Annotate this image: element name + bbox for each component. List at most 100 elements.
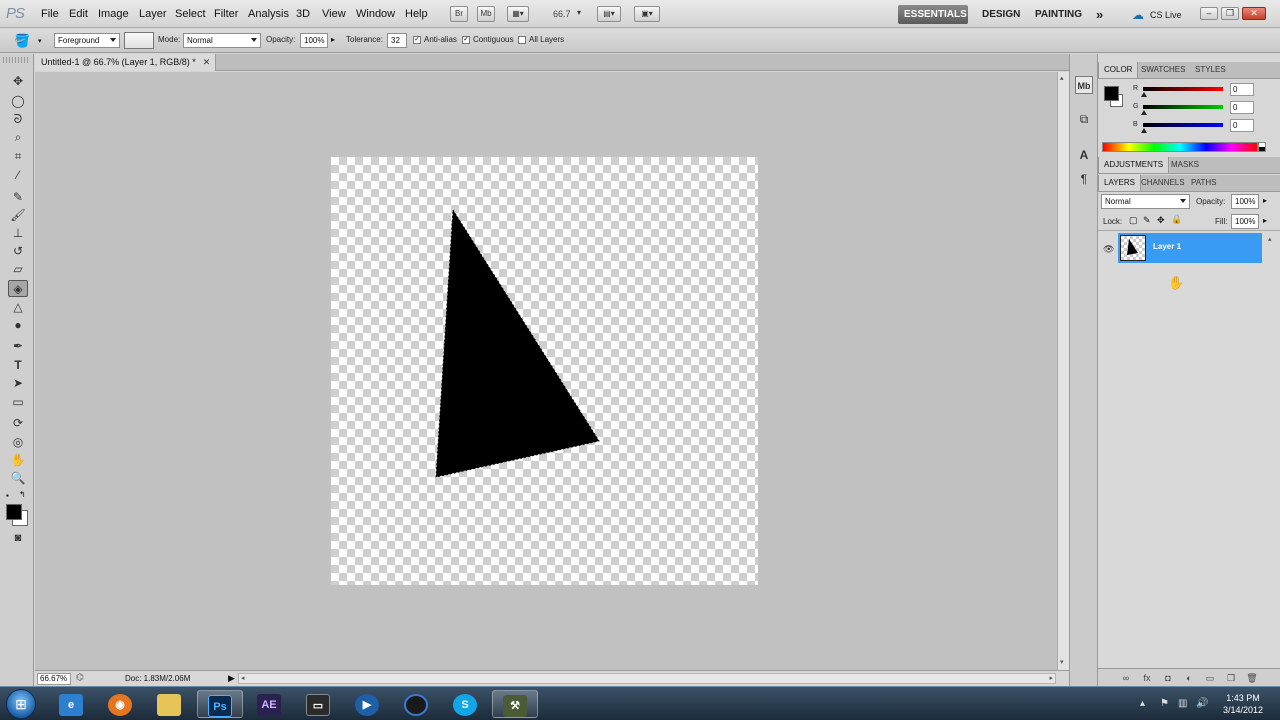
3d-orbit-tool-icon[interactable]: ◎ [8, 434, 28, 451]
fill-field[interactable]: 100% [1231, 214, 1259, 229]
link-layers-icon[interactable]: ∞ [1120, 672, 1132, 684]
chevron-down-icon[interactable]: ▾ [38, 37, 42, 45]
menu-view[interactable]: View [322, 8, 346, 20]
layer-name[interactable]: Layer 1 [1153, 242, 1181, 251]
clone-stamp-tool-icon[interactable]: ⊥ [8, 225, 28, 242]
mini-bridge-button[interactable]: Mb [477, 6, 495, 22]
taskbar-after-effects[interactable]: AE [246, 690, 292, 718]
marquee-tool-icon[interactable]: ◯ [8, 93, 28, 110]
lock-transparency-icon[interactable]: ▢ [1129, 215, 1138, 226]
tab-paths[interactable]: PATHS [1186, 175, 1221, 191]
eyedropper-tool-icon[interactable]: ⁄ [8, 167, 28, 184]
tab-swatches[interactable]: SWATCHES [1136, 62, 1190, 78]
taskbar-skype[interactable]: S [442, 690, 488, 718]
tab-masks[interactable]: MASKS [1166, 157, 1204, 173]
workspace-design[interactable]: DESIGN [976, 5, 1026, 24]
color-spectrum-ramp[interactable] [1102, 142, 1258, 152]
swap-colors-icon[interactable]: ↰ [19, 490, 26, 499]
taskbar-explorer[interactable] [146, 690, 192, 718]
layer-row[interactable]: Layer 1 [1118, 233, 1262, 263]
black-white-ramp[interactable] [1258, 142, 1266, 152]
menu-select[interactable]: Select [175, 8, 206, 20]
lasso-tool-icon[interactable]: ᘐ [8, 111, 28, 128]
view-extras-icon[interactable]: ▦▾ [507, 6, 529, 22]
color-panel-foreground-swatch[interactable] [1104, 86, 1119, 101]
menu-3d[interactable]: 3D [296, 8, 310, 20]
menu-edit[interactable]: Edit [69, 8, 88, 20]
delete-layer-icon[interactable]: 🗑 [1246, 672, 1258, 684]
workspace-essentials[interactable]: ESSENTIALS [898, 5, 968, 24]
scroll-left-icon[interactable]: ◂ [241, 674, 245, 682]
adjustment-layer-icon[interactable]: ◐ [1183, 672, 1195, 684]
arrange-documents-icon[interactable]: ▤▾ [597, 6, 621, 22]
close-icon[interactable]: ✕ [202, 58, 211, 67]
network-icon[interactable]: ▥ [1178, 698, 1187, 709]
lock-pixels-icon[interactable]: ✎ [1143, 215, 1151, 226]
volume-icon[interactable]: 🔊 [1196, 698, 1208, 709]
green-slider[interactable] [1143, 105, 1223, 109]
zoom-tool-icon[interactable]: 🔍 [8, 470, 28, 487]
crop-tool-icon[interactable]: ⌗ [8, 148, 28, 165]
menu-help[interactable]: Help [405, 8, 428, 20]
quick-mask-icon[interactable]: ◙ [8, 530, 28, 547]
mode-select[interactable]: Normal [183, 33, 261, 48]
taskbar-utility[interactable]: ⚒ [492, 690, 538, 718]
zoom-level-field[interactable]: 66.7 [553, 9, 571, 19]
document-tab[interactable]: Untitled-1 @ 66.7% (Layer 1, RGB/8) * ✕ [35, 54, 216, 71]
start-button[interactable]: ⊞ [6, 689, 36, 719]
red-value-field[interactable]: 0 [1230, 83, 1254, 96]
blue-slider-knob[interactable] [1141, 128, 1147, 133]
add-mask-icon[interactable]: ◘ [1162, 672, 1174, 684]
tab-styles[interactable]: STYLES [1190, 62, 1231, 78]
scroll-up-icon[interactable]: ▴ [1268, 235, 1272, 243]
paragraph-panel-icon[interactable]: ¶ [1075, 170, 1093, 188]
menu-analysis[interactable]: Analysis [248, 8, 289, 20]
type-tool-icon[interactable]: T [8, 357, 28, 374]
red-slider-knob[interactable] [1141, 92, 1147, 97]
restore-button[interactable]: ❐ [1221, 7, 1239, 20]
menu-file[interactable]: File [41, 8, 59, 20]
tab-color[interactable]: COLOR [1098, 62, 1139, 78]
menu-layer[interactable]: Layer [139, 8, 167, 20]
workspace-painting[interactable]: PAINTING [1029, 5, 1088, 24]
vertical-scrollbar[interactable]: ▴ ▾ [1057, 72, 1069, 670]
healing-brush-tool-icon[interactable]: ✎ [8, 189, 28, 206]
zoom-preview-icon[interactable]: ⌬ [76, 672, 84, 683]
scroll-down-icon[interactable]: ▾ [1060, 658, 1067, 666]
taskbar-internet-explorer[interactable]: e [48, 690, 94, 718]
paint-bucket-tool-preset-icon[interactable]: 🪣 [14, 33, 30, 49]
taskbar-firefox[interactable]: ◉ [97, 690, 143, 718]
3d-rotate-tool-icon[interactable]: ⟳ [8, 415, 28, 432]
eye-icon[interactable]: 👁 [1103, 244, 1115, 254]
taskbar-media-player[interactable]: ▶ [344, 690, 390, 718]
menu-window[interactable]: Window [356, 8, 395, 20]
paint-bucket-tool-icon[interactable]: ◈ [8, 280, 28, 297]
status-menu-arrow-icon[interactable]: ▶ [228, 673, 235, 684]
green-slider-knob[interactable] [1141, 110, 1147, 115]
zoom-status-field[interactable]: 66.67% [37, 673, 71, 685]
mini-bridge-panel-icon[interactable]: Mb [1075, 76, 1093, 94]
clock[interactable]: 1:43 PM 3/14/2012 [1215, 692, 1271, 716]
screen-mode-icon[interactable]: ▣▾ [634, 6, 660, 22]
foreground-color-swatch[interactable] [6, 504, 22, 520]
chevron-right-icon[interactable]: ▸ [1263, 216, 1267, 225]
quick-selection-tool-icon[interactable]: ⌕ [8, 129, 28, 146]
all-layers-checkbox[interactable] [518, 36, 526, 44]
rectangle-tool-icon[interactable]: ▭ [8, 394, 28, 411]
blue-value-field[interactable]: 0 [1230, 119, 1254, 132]
eraser-tool-icon[interactable]: ▱ [8, 261, 28, 278]
default-colors-icon[interactable]: ▪ [6, 491, 9, 500]
blur-tool-icon[interactable]: △ [8, 299, 28, 316]
dodge-tool-icon[interactable]: ● [8, 317, 28, 334]
taskbar-photoshop[interactable]: Ps [197, 690, 243, 718]
new-layer-icon[interactable]: ❐ [1225, 672, 1237, 684]
antialias-checkbox[interactable]: ✓ [413, 36, 421, 44]
opacity-field[interactable]: 100% [300, 33, 328, 48]
tray-expand-icon[interactable]: ▴ [1140, 698, 1145, 709]
panel-grip[interactable] [3, 57, 30, 63]
menu-image[interactable]: Image [98, 8, 129, 20]
horizontal-scrollbar[interactable]: ◂ ▸ [238, 673, 1056, 684]
minimize-button[interactable]: – [1200, 7, 1218, 20]
hand-tool-icon[interactable]: ✋ [8, 452, 28, 469]
character-panel-icon[interactable]: A [1075, 146, 1093, 164]
